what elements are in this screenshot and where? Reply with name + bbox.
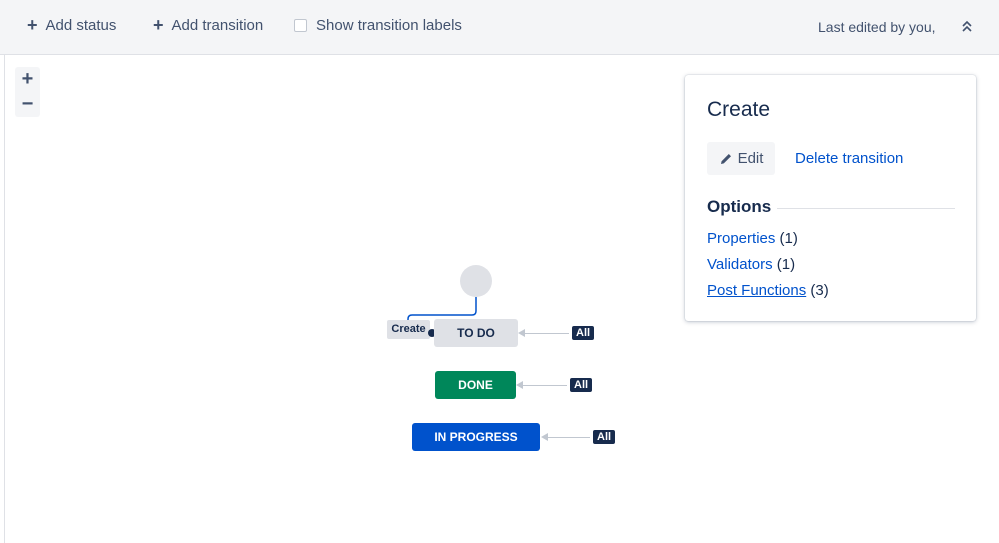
- pencil-icon: [720, 153, 731, 164]
- all-badge-in-progress[interactable]: All: [593, 430, 616, 444]
- arrow-head: [516, 381, 523, 389]
- all-transition-line-done: [523, 385, 567, 386]
- start-node[interactable]: [460, 265, 492, 297]
- all-transition-line-todo: [525, 333, 569, 334]
- options-divider: [777, 208, 955, 209]
- properties-link[interactable]: Properties: [707, 230, 775, 247]
- option-properties: Properties (1): [707, 230, 798, 247]
- all-badge-done[interactable]: All: [570, 378, 593, 392]
- post-functions-count: (3): [810, 282, 829, 299]
- arrow-head: [541, 433, 548, 441]
- transition-details-panel: Create Edit Delete transition Options Pr…: [685, 75, 976, 321]
- status-done[interactable]: DONE: [435, 371, 516, 399]
- option-post-functions: Post Functions (3): [707, 282, 829, 299]
- create-transition-label[interactable]: Create: [387, 320, 430, 339]
- validators-link[interactable]: Validators: [707, 256, 773, 273]
- edit-label: Edit: [737, 150, 764, 167]
- all-badge-todo[interactable]: All: [572, 326, 595, 340]
- options-heading: Options: [707, 197, 772, 216]
- panel-title: Create: [707, 98, 771, 121]
- delete-transition-link[interactable]: Delete transition: [795, 150, 903, 167]
- status-in-progress[interactable]: IN PROGRESS: [412, 423, 540, 451]
- option-validators: Validators (1): [707, 256, 795, 273]
- all-transition-line-in-progress: [548, 437, 590, 438]
- validators-count: (1): [776, 256, 796, 273]
- edit-button[interactable]: Edit: [707, 142, 775, 175]
- arrow-head: [518, 329, 525, 337]
- status-todo[interactable]: TO DO: [434, 319, 518, 347]
- properties-count: (1): [779, 230, 798, 247]
- post-functions-link[interactable]: Post Functions: [707, 282, 806, 299]
